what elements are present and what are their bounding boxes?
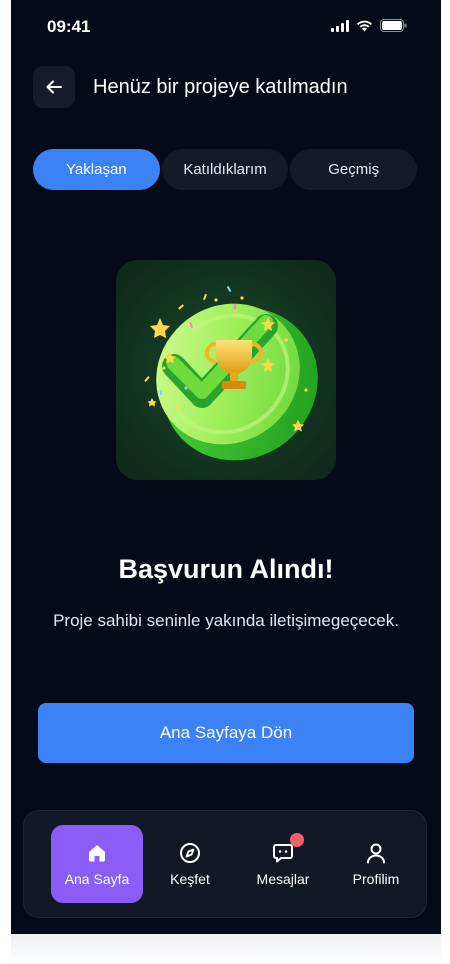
- bottom-shadow: [11, 934, 441, 964]
- nav-label-home: Ana Sayfa: [64, 871, 130, 887]
- back-button[interactable]: [33, 66, 75, 108]
- battery-icon: [380, 19, 407, 32]
- bottom-navigation: Ana Sayfa Keşfet Mesajlar Profilim: [23, 810, 427, 918]
- user-icon: [365, 841, 387, 865]
- nav-item-explore[interactable]: Keşfet: [145, 825, 235, 903]
- compass-icon: [179, 841, 201, 865]
- success-illustration: [116, 260, 336, 480]
- nav-label-messages: Mesajlar: [256, 871, 310, 887]
- tab-upcoming[interactable]: Yaklaşan: [33, 149, 160, 190]
- segmented-tabs: Yaklaşan Katıldıklarım Geçmiş: [33, 149, 418, 190]
- back-to-home-button[interactable]: Ana Sayfaya Dön: [38, 703, 414, 763]
- nav-item-profile[interactable]: Profilim: [330, 825, 422, 903]
- notification-badge: [290, 833, 304, 847]
- message-icon: [272, 833, 304, 865]
- nav-label-profile: Profilim: [352, 871, 400, 887]
- tab-joined[interactable]: Katıldıklarım: [161, 149, 289, 190]
- app-screen: 09:41 Henüz bir projeye katılmadın Yakla…: [11, 0, 441, 934]
- status-time: 09:41: [47, 17, 91, 36]
- page-title: Henüz bir projeye katılmadın: [93, 76, 348, 98]
- home-icon: [87, 841, 107, 865]
- tab-past[interactable]: Geçmiş: [290, 149, 418, 190]
- nav-item-home[interactable]: Ana Sayfa: [51, 825, 143, 903]
- cellular-signal-icon: [331, 19, 349, 32]
- wifi-icon: [356, 20, 373, 32]
- arrow-left-icon: [46, 80, 62, 94]
- success-subtitle: Proje sahibi seninle yakında iletişimege…: [53, 611, 399, 630]
- status-icons: [331, 19, 407, 32]
- green-checkmark-trophy-icon: [116, 260, 336, 480]
- nav-item-messages[interactable]: Mesajlar: [238, 825, 328, 903]
- success-title: Başvurun Alındı!: [118, 554, 334, 584]
- nav-label-explore: Keşfet: [170, 871, 210, 887]
